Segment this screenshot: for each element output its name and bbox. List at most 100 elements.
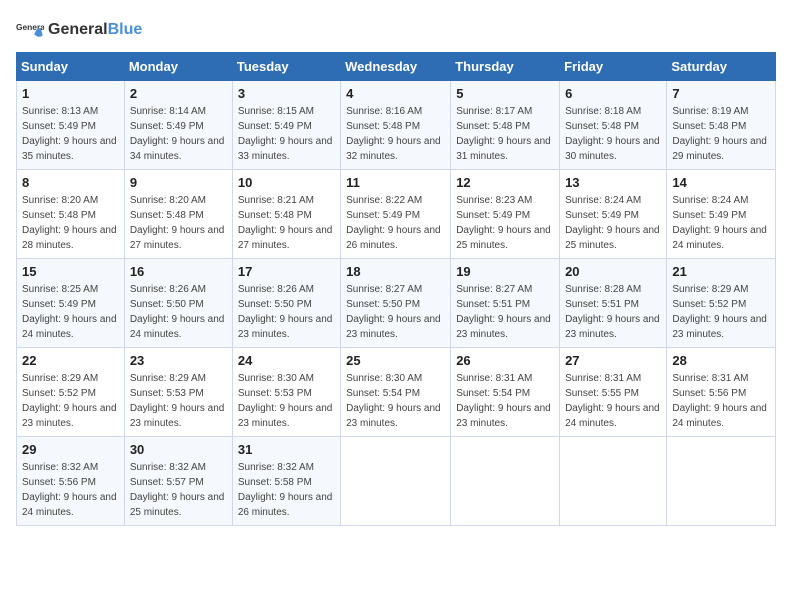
day-number: 24: [238, 353, 335, 368]
col-thursday: Thursday: [451, 53, 560, 81]
day-number: 4: [346, 86, 445, 101]
day-detail: Sunrise: 8:26 AMSunset: 5:50 PMDaylight:…: [238, 282, 335, 342]
page-header: General GeneralBlue: [16, 16, 776, 44]
day-number: 29: [22, 442, 119, 457]
day-detail: Sunrise: 8:21 AMSunset: 5:48 PMDaylight:…: [238, 193, 335, 253]
day-number: 11: [346, 175, 445, 190]
day-detail: Sunrise: 8:19 AMSunset: 5:48 PMDaylight:…: [672, 104, 770, 164]
day-detail: Sunrise: 8:27 AMSunset: 5:51 PMDaylight:…: [456, 282, 554, 342]
day-detail: Sunrise: 8:15 AMSunset: 5:49 PMDaylight:…: [238, 104, 335, 164]
calendar-day-cell: 2Sunrise: 8:14 AMSunset: 5:49 PMDaylight…: [124, 81, 232, 170]
calendar-week-row: 8 Sunrise: 8:20 AMSunset: 5:48 PMDaylight…: [17, 170, 776, 259]
calendar-day-cell: 13 Sunrise: 8:24 AMSunset: 5:49 PMDayligh…: [560, 170, 667, 259]
calendar-day-cell: 23 Sunrise: 8:29 AMSunset: 5:53 PMDayligh…: [124, 348, 232, 437]
calendar-day-cell: 22 Sunrise: 8:29 AMSunset: 5:52 PMDayligh…: [17, 348, 125, 437]
calendar-week-row: 1Sunrise: 8:13 AMSunset: 5:49 PMDaylight…: [17, 81, 776, 170]
day-number: 7: [672, 86, 770, 101]
day-number: 25: [346, 353, 445, 368]
logo-icon: General: [16, 16, 44, 44]
calendar-day-cell: 10 Sunrise: 8:21 AMSunset: 5:48 PMDayligh…: [232, 170, 340, 259]
day-detail: Sunrise: 8:31 AMSunset: 5:55 PMDaylight:…: [565, 371, 661, 431]
day-detail: Sunrise: 8:22 AMSunset: 5:49 PMDaylight:…: [346, 193, 445, 253]
day-detail: Sunrise: 8:26 AMSunset: 5:50 PMDaylight:…: [130, 282, 227, 342]
logo-text: GeneralBlue: [48, 21, 142, 39]
day-number: 1: [22, 86, 119, 101]
col-wednesday: Wednesday: [341, 53, 451, 81]
day-detail: Sunrise: 8:16 AMSunset: 5:48 PMDaylight:…: [346, 104, 445, 164]
day-number: 12: [456, 175, 554, 190]
calendar-day-cell: 24 Sunrise: 8:30 AMSunset: 5:53 PMDayligh…: [232, 348, 340, 437]
calendar-day-cell: 21Sunrise: 8:29 AMSunset: 5:52 PMDayligh…: [667, 259, 776, 348]
day-number: 2: [130, 86, 227, 101]
day-number: 26: [456, 353, 554, 368]
calendar-table: Sunday Monday Tuesday Wednesday Thursday…: [16, 52, 776, 526]
calendar-day-cell: 6 Sunrise: 8:18 AMSunset: 5:48 PMDaylight…: [560, 81, 667, 170]
day-detail: Sunrise: 8:29 AMSunset: 5:52 PMDaylight:…: [672, 282, 770, 342]
day-number: 3: [238, 86, 335, 101]
day-detail: Sunrise: 8:18 AMSunset: 5:48 PMDaylight:…: [565, 104, 661, 164]
day-detail: Sunrise: 8:31 AMSunset: 5:56 PMDaylight:…: [672, 371, 770, 431]
day-number: 9: [130, 175, 227, 190]
calendar-day-cell: 12 Sunrise: 8:23 AMSunset: 5:49 PMDayligh…: [451, 170, 560, 259]
calendar-day-cell: 28Sunrise: 8:31 AMSunset: 5:56 PMDayligh…: [667, 348, 776, 437]
day-number: 30: [130, 442, 227, 457]
calendar-day-cell: 16Sunrise: 8:26 AMSunset: 5:50 PMDayligh…: [124, 259, 232, 348]
calendar-day-cell: 20 Sunrise: 8:28 AMSunset: 5:51 PMDayligh…: [560, 259, 667, 348]
day-detail: Sunrise: 8:29 AMSunset: 5:53 PMDaylight:…: [130, 371, 227, 431]
day-number: 15: [22, 264, 119, 279]
day-number: 10: [238, 175, 335, 190]
day-detail: Sunrise: 8:24 AMSunset: 5:49 PMDaylight:…: [565, 193, 661, 253]
col-friday: Friday: [560, 53, 667, 81]
day-detail: Sunrise: 8:24 AMSunset: 5:49 PMDaylight:…: [672, 193, 770, 253]
calendar-day-cell: 19 Sunrise: 8:27 AMSunset: 5:51 PMDayligh…: [451, 259, 560, 348]
calendar-day-cell: 15 Sunrise: 8:25 AMSunset: 5:49 PMDayligh…: [17, 259, 125, 348]
day-detail: Sunrise: 8:28 AMSunset: 5:51 PMDaylight:…: [565, 282, 661, 342]
day-number: 8: [22, 175, 119, 190]
day-number: 17: [238, 264, 335, 279]
day-number: 18: [346, 264, 445, 279]
calendar-day-cell: 7 Sunrise: 8:19 AMSunset: 5:48 PMDaylight…: [667, 81, 776, 170]
day-number: 20: [565, 264, 661, 279]
day-number: 5: [456, 86, 554, 101]
day-detail: Sunrise: 8:30 AMSunset: 5:53 PMDaylight:…: [238, 371, 335, 431]
day-detail: Sunrise: 8:31 AMSunset: 5:54 PMDaylight:…: [456, 371, 554, 431]
header-row: Sunday Monday Tuesday Wednesday Thursday…: [17, 53, 776, 81]
day-number: 23: [130, 353, 227, 368]
calendar-day-cell: 18 Sunrise: 8:27 AMSunset: 5:50 PMDayligh…: [341, 259, 451, 348]
day-detail: Sunrise: 8:29 AMSunset: 5:52 PMDaylight:…: [22, 371, 119, 431]
day-detail: Sunrise: 8:27 AMSunset: 5:50 PMDaylight:…: [346, 282, 445, 342]
calendar-day-cell: 3 Sunrise: 8:15 AMSunset: 5:49 PMDaylight…: [232, 81, 340, 170]
calendar-day-cell: 31Sunrise: 8:32 AMSunset: 5:58 PMDayligh…: [232, 437, 340, 526]
calendar-day-cell: 8 Sunrise: 8:20 AMSunset: 5:48 PMDaylight…: [17, 170, 125, 259]
day-detail: Sunrise: 8:20 AMSunset: 5:48 PMDaylight:…: [22, 193, 119, 253]
calendar-day-cell: 26 Sunrise: 8:31 AMSunset: 5:54 PMDayligh…: [451, 348, 560, 437]
calendar-day-cell: [560, 437, 667, 526]
day-detail: Sunrise: 8:23 AMSunset: 5:49 PMDaylight:…: [456, 193, 554, 253]
day-number: 19: [456, 264, 554, 279]
calendar-week-row: 29Sunrise: 8:32 AMSunset: 5:56 PMDayligh…: [17, 437, 776, 526]
day-detail: Sunrise: 8:32 AMSunset: 5:57 PMDaylight:…: [130, 460, 227, 520]
day-detail: Sunrise: 8:30 AMSunset: 5:54 PMDaylight:…: [346, 371, 445, 431]
col-saturday: Saturday: [667, 53, 776, 81]
calendar-day-cell: 1Sunrise: 8:13 AMSunset: 5:49 PMDaylight…: [17, 81, 125, 170]
calendar-day-cell: 30 Sunrise: 8:32 AMSunset: 5:57 PMDayligh…: [124, 437, 232, 526]
calendar-day-cell: 4 Sunrise: 8:16 AMSunset: 5:48 PMDaylight…: [341, 81, 451, 170]
day-detail: Sunrise: 8:17 AMSunset: 5:48 PMDaylight:…: [456, 104, 554, 164]
col-tuesday: Tuesday: [232, 53, 340, 81]
calendar-week-row: 22 Sunrise: 8:29 AMSunset: 5:52 PMDayligh…: [17, 348, 776, 437]
day-number: 22: [22, 353, 119, 368]
day-number: 6: [565, 86, 661, 101]
day-number: 14: [672, 175, 770, 190]
calendar-day-cell: 9 Sunrise: 8:20 AMSunset: 5:48 PMDaylight…: [124, 170, 232, 259]
day-detail: Sunrise: 8:25 AMSunset: 5:49 PMDaylight:…: [22, 282, 119, 342]
day-number: 13: [565, 175, 661, 190]
calendar-day-cell: 11 Sunrise: 8:22 AMSunset: 5:49 PMDayligh…: [341, 170, 451, 259]
calendar-day-cell: 14 Sunrise: 8:24 AMSunset: 5:49 PMDayligh…: [667, 170, 776, 259]
calendar-day-cell: 17 Sunrise: 8:26 AMSunset: 5:50 PMDayligh…: [232, 259, 340, 348]
col-monday: Monday: [124, 53, 232, 81]
day-number: 27: [565, 353, 661, 368]
col-sunday: Sunday: [17, 53, 125, 81]
calendar-day-cell: 5 Sunrise: 8:17 AMSunset: 5:48 PMDaylight…: [451, 81, 560, 170]
day-detail: Sunrise: 8:20 AMSunset: 5:48 PMDaylight:…: [130, 193, 227, 253]
day-detail: Sunrise: 8:32 AMSunset: 5:58 PMDaylight:…: [238, 460, 335, 520]
